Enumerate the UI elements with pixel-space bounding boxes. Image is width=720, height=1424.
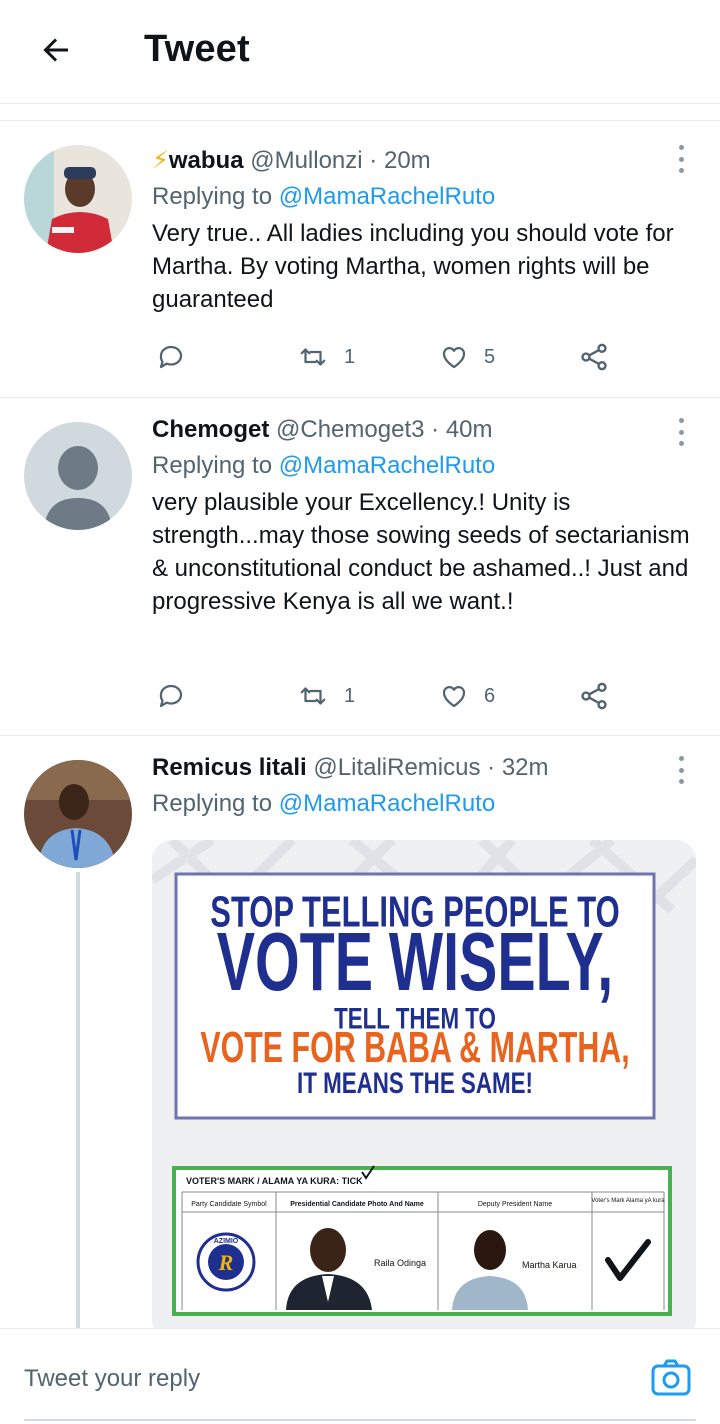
- replying-handle-link[interactable]: @MamaRachelRuto: [279, 452, 495, 479]
- poster-line-5: IT MEANS THE SAME!: [297, 1066, 533, 1100]
- more-options-button[interactable]: [676, 145, 686, 173]
- ballot-col-deputy: Deputy President Name: [478, 1201, 552, 1208]
- like-count: 6: [484, 684, 496, 707]
- avatar[interactable]: [24, 760, 132, 868]
- separator: ·: [487, 754, 496, 781]
- back-button[interactable]: [36, 30, 76, 70]
- share-icon: [581, 682, 607, 710]
- reply-icon: [159, 345, 183, 369]
- retweet-button[interactable]: 1: [296, 342, 355, 372]
- reply-button[interactable]: [156, 342, 186, 372]
- like-icon: [442, 685, 466, 708]
- ballot-title: VOTER'S MARK / ALAMA YA KURA: TICK: [186, 1176, 363, 1186]
- poster-line-4: VOTE FOR BABA & MARTHA,: [200, 1022, 629, 1071]
- party-badge-text: AZIMIO: [214, 1238, 239, 1245]
- reply-underline: [24, 1419, 696, 1421]
- like-icon: [442, 346, 466, 369]
- tweet-media-image[interactable]: STOP TELLING PEOPLE TO VOTE WISELY, TELL…: [152, 840, 696, 1340]
- retweet-icon: [300, 687, 326, 705]
- avatar[interactable]: [24, 422, 132, 530]
- share-icon: [581, 343, 607, 371]
- replying-prefix: Replying to: [152, 452, 273, 479]
- timestamp[interactable]: 32m: [502, 754, 549, 781]
- like-button[interactable]: 6: [438, 681, 495, 711]
- more-options-button[interactable]: [676, 756, 686, 784]
- tweet-meta: Chemoget @Chemoget3 · 40m: [152, 414, 696, 446]
- tweet-actions: 1 6: [152, 676, 622, 716]
- display-name[interactable]: Remicus litali: [152, 754, 307, 781]
- retweet-count: 1: [344, 684, 356, 707]
- candidate-1-name: Raila Odinga: [374, 1258, 426, 1268]
- campaign-poster: STOP TELLING PEOPLE TO VOTE WISELY, TELL…: [152, 840, 696, 1340]
- like-button[interactable]: 5: [438, 342, 495, 372]
- lightning-emoji: ⚡: [152, 147, 169, 174]
- retweet-icon: [300, 348, 326, 366]
- like-count: 5: [484, 345, 496, 368]
- share-button[interactable]: [578, 341, 610, 373]
- tweet-text: very plausible your Excellency.! Unity i…: [152, 489, 690, 615]
- separator: ·: [369, 147, 378, 174]
- tweet-meta: ⚡wabua @Mullonzi · 20m: [152, 145, 696, 177]
- replying-handle-link[interactable]: @MamaRachelRuto: [279, 183, 495, 210]
- reply-input[interactable]: Tweet your reply: [24, 1365, 200, 1393]
- reply-tweet[interactable]: Chemoget @Chemoget3 · 40m Replying to @M…: [0, 398, 720, 736]
- tweet-text: Very true.. All ladies including you sho…: [152, 220, 674, 313]
- camera-button[interactable]: [650, 1359, 692, 1397]
- top-app-bar: Tweet: [0, 0, 720, 104]
- replying-prefix: Replying to: [152, 790, 273, 817]
- back-arrow-icon: [43, 38, 68, 62]
- candidate-2-name: Martha Karua: [522, 1260, 577, 1270]
- replying-to: Replying to @MamaRachelRuto: [152, 181, 696, 213]
- user-handle[interactable]: @LitaliRemicus: [313, 754, 480, 781]
- separator: ·: [431, 416, 440, 443]
- tweet-actions: 1 5: [152, 337, 622, 377]
- replying-to: Replying to @MamaRachelRuto: [152, 788, 696, 820]
- ballot-col-president: Presidential Candidate Photo And Name: [290, 1201, 424, 1208]
- reply-composer: Tweet your reply: [0, 1328, 720, 1424]
- retweet-count: 1: [344, 345, 356, 368]
- timestamp[interactable]: 40m: [446, 416, 493, 443]
- tweet-meta: Remicus litali @LitaliRemicus · 32m: [152, 752, 696, 784]
- poster-line-2: VOTE WISELY,: [217, 917, 614, 1009]
- party-badge-letter: R: [218, 1250, 234, 1275]
- avatar[interactable]: [24, 145, 132, 253]
- user-handle[interactable]: @Mullonzi: [250, 147, 362, 174]
- reply-button[interactable]: [156, 681, 186, 711]
- replying-handle-link[interactable]: @MamaRachelRuto: [279, 790, 495, 817]
- ballot-col-mark: Voter's Mark Alama yA kura: [591, 1198, 665, 1204]
- camera-icon: [651, 1359, 691, 1396]
- display-name[interactable]: Chemoget: [152, 416, 269, 443]
- ballot-col-symbol: Party Candidate Symbol: [191, 1201, 267, 1208]
- retweet-button[interactable]: 1: [296, 681, 355, 711]
- replying-to: Replying to @MamaRachelRuto: [152, 450, 696, 482]
- replying-prefix: Replying to: [152, 183, 273, 210]
- more-options-button[interactable]: [676, 418, 686, 446]
- thread-connector-line: [76, 872, 80, 1332]
- page-title: Tweet: [144, 28, 250, 70]
- timestamp[interactable]: 20m: [384, 147, 431, 174]
- reply-tweet[interactable]: ⚡wabua @Mullonzi · 20m Replying to @Mama…: [0, 121, 720, 398]
- share-button[interactable]: [578, 680, 610, 712]
- display-name[interactable]: wabua: [169, 147, 244, 174]
- user-handle[interactable]: @Chemoget3: [276, 416, 424, 443]
- reply-icon: [159, 684, 183, 708]
